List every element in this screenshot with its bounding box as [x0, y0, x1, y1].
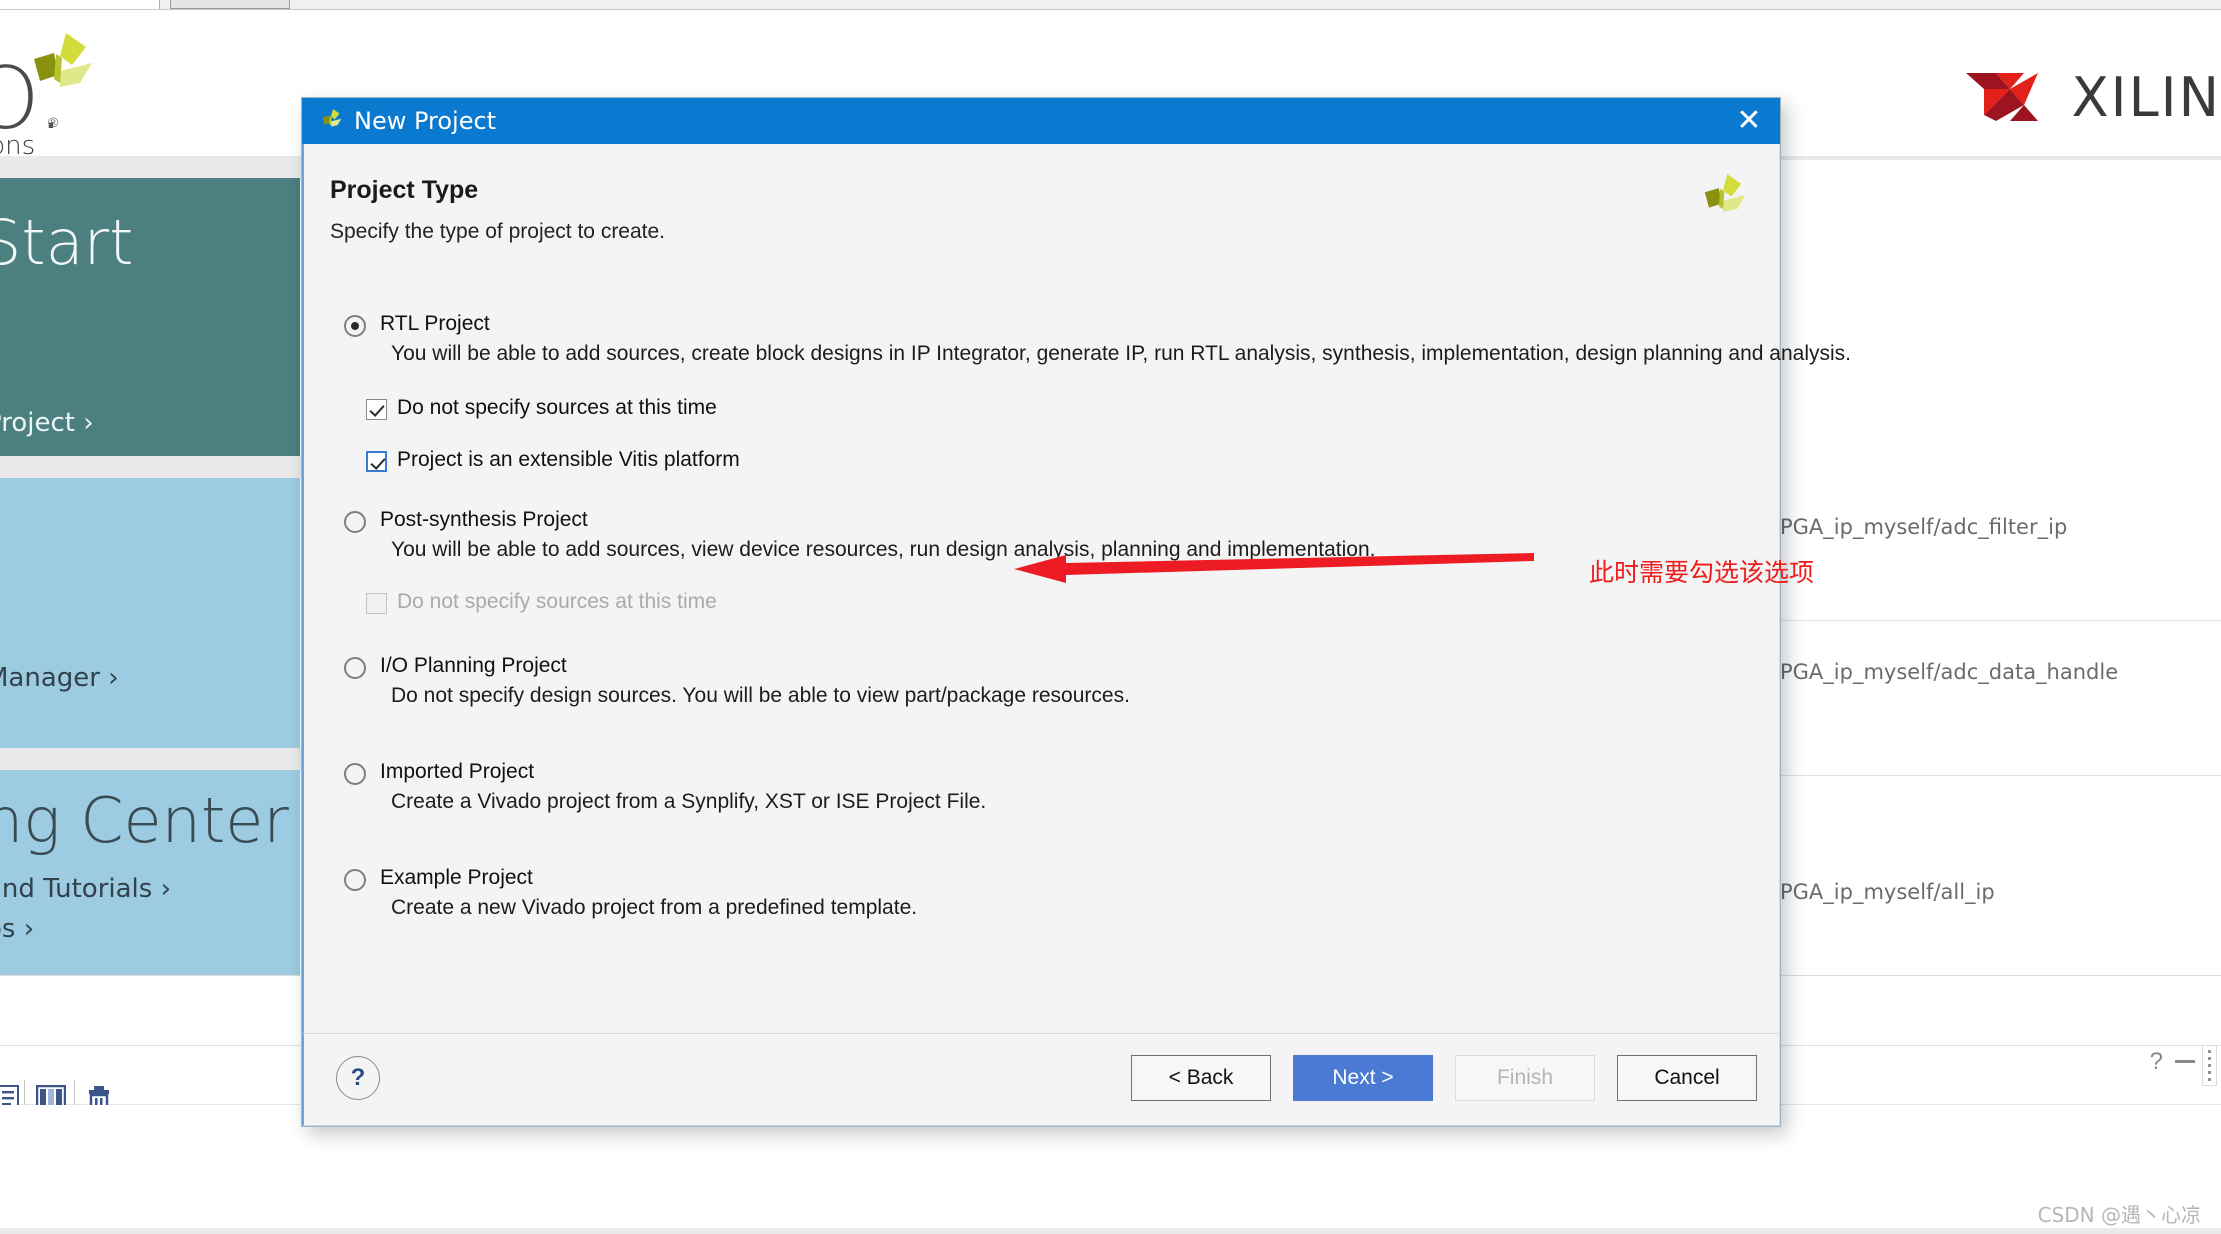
- dialog-title-bar: New Project ✕: [302, 98, 1780, 144]
- dialog-footer: ? < Back Next > Finish Cancel: [302, 1033, 1780, 1126]
- option-post-synthesis-project[interactable]: Post-synthesis Project: [344, 508, 1684, 542]
- minimize-icon[interactable]: [2175, 1060, 2195, 1063]
- more-dots-icon[interactable]: [2202, 1045, 2217, 1086]
- page-title: Project Type: [330, 176, 479, 204]
- annotation-text: 此时需要勾选该选项: [1589, 558, 1815, 587]
- quick-start-panel[interactable]: Start › Project ›: [0, 178, 300, 456]
- xilinx-brand: XILIN: [1962, 59, 2221, 135]
- recent-project-path-0[interactable]: PGA_ip_myself/adc_filter_ip: [1780, 515, 2067, 539]
- page-subtitle: Specify the type of project to create.: [330, 220, 666, 243]
- registered-mark: ®: [48, 114, 59, 130]
- option-io-planning-project[interactable]: I/O Planning Project: [344, 654, 1684, 688]
- help-button[interactable]: ?: [336, 1056, 380, 1100]
- xilinx-logo-icon: [1965, 73, 2038, 121]
- checkbox-row-post-synth-sources: Do not specify sources at this time: [366, 590, 1684, 654]
- checkbox-post-synth-do-not-specify-sources: [366, 593, 387, 614]
- checkbox-label-do-not-specify-sources: Do not specify sources at this time: [397, 396, 717, 419]
- option-rtl-project[interactable]: RTL Project: [344, 312, 1684, 346]
- recent-project-path-1[interactable]: PGA_ip_myself/adc_data_handle: [1780, 660, 2118, 684]
- checkbox-do-not-specify-sources[interactable]: [366, 399, 387, 420]
- option-desc-wrap-imported: Create a Vivado project from a Synplify,…: [344, 790, 1684, 866]
- close-icon[interactable]: ✕: [1718, 98, 1780, 144]
- learning-link-0[interactable]: and Tutorials ›: [0, 874, 171, 904]
- option-description-io-planning-project: Do not specify design sources. You will …: [391, 684, 1130, 707]
- next-button[interactable]: Next >: [1293, 1055, 1433, 1101]
- option-label-example-project: Example Project: [380, 866, 533, 889]
- recent-row-separator-0: [1770, 620, 2221, 621]
- toolbar-strip-segment: [170, 0, 290, 9]
- dialog-body: Project Type Specify the type of project…: [302, 144, 1851, 1033]
- option-label-io-planning-project: I/O Planning Project: [380, 654, 567, 677]
- vivado-logo-icon: [322, 108, 342, 127]
- tasks-link-0[interactable]: Manager ›: [0, 663, 119, 693]
- project-type-options: RTL Project You will be able to add sour…: [344, 312, 1851, 940]
- checkbox-row-vitis-platform[interactable]: Project is an extensible Vitis platform: [366, 448, 1684, 508]
- finish-button: Finish: [1455, 1055, 1595, 1101]
- checkbox-row-rtl-sources[interactable]: Do not specify sources at this time: [366, 396, 1684, 450]
- learning-link-1[interactable]: os ›: [0, 914, 34, 944]
- option-description-example-project: Create a new Vivado project from a prede…: [391, 896, 918, 919]
- option-example-project[interactable]: Example Project: [344, 866, 1684, 900]
- recent-project-path-2[interactable]: PGA_ip_myself/all_ip: [1780, 880, 1995, 904]
- option-description-imported-project: Create a Vivado project from a Synplify,…: [391, 790, 987, 813]
- dialog-title: New Project: [354, 107, 497, 135]
- corner-help-icon[interactable]: ?: [2150, 1048, 2163, 1076]
- menu-strip-segment: [0, 0, 160, 9]
- footer-bottom-line: [0, 1228, 2221, 1234]
- checkbox-label-post-synth-do-not-specify-sources: Do not specify sources at this time: [397, 590, 717, 613]
- option-description-rtl-project: You will be able to add sources, create …: [391, 342, 1851, 365]
- new-project-dialog: New Project ✕ Project Type Specify the t…: [301, 97, 1851, 1127]
- dialog-buttons: < Back Next > Finish Cancel: [1131, 1055, 1757, 1101]
- checkbox-label-extensible-vitis-platform: Project is an extensible Vitis platform: [397, 448, 740, 471]
- learning-center-panel[interactable]: ng Center and Tutorials › os ›: [0, 770, 300, 980]
- option-desc-wrap-example: Create a new Vivado project from a prede…: [344, 896, 1684, 940]
- option-desc-wrap-io: Do not specify design sources. You will …: [344, 684, 1684, 760]
- radio-rtl-project[interactable]: [344, 315, 366, 337]
- radio-post-synthesis-project[interactable]: [344, 511, 366, 533]
- tasks-panel[interactable]: Manager ›: [0, 478, 300, 748]
- quick-start-link-1[interactable]: Project ›: [0, 408, 94, 438]
- cancel-button[interactable]: Cancel: [1617, 1055, 1757, 1101]
- csdn-watermark: CSDN @遇丶心凉: [2037, 1203, 2201, 1227]
- radio-imported-project[interactable]: [344, 763, 366, 785]
- left-arrow-annotation: [1014, 553, 1534, 583]
- back-button[interactable]: < Back: [1131, 1055, 1271, 1101]
- window-top-strip: [0, 0, 2221, 10]
- option-label-post-synthesis-project: Post-synthesis Project: [380, 508, 588, 531]
- option-imported-project[interactable]: Imported Project: [344, 760, 1684, 794]
- vivado-logo-icon: [1704, 174, 1746, 212]
- recent-row-separator-1: [1770, 775, 2221, 776]
- radio-example-project[interactable]: [344, 869, 366, 891]
- option-label-imported-project: Imported Project: [380, 760, 535, 783]
- quick-start-title: Start: [0, 206, 134, 279]
- radio-io-planning-project[interactable]: [344, 657, 366, 679]
- xilinx-wordmark: XILIN: [2071, 65, 2221, 129]
- option-desc-wrap-rtl: You will be able to add sources, create …: [344, 342, 1851, 378]
- checkbox-extensible-vitis-platform[interactable]: [366, 451, 387, 472]
- option-label-rtl-project: RTL Project: [380, 312, 490, 335]
- learning-center-title: ng Center: [0, 784, 289, 857]
- recent-projects-column: [1760, 160, 2221, 1060]
